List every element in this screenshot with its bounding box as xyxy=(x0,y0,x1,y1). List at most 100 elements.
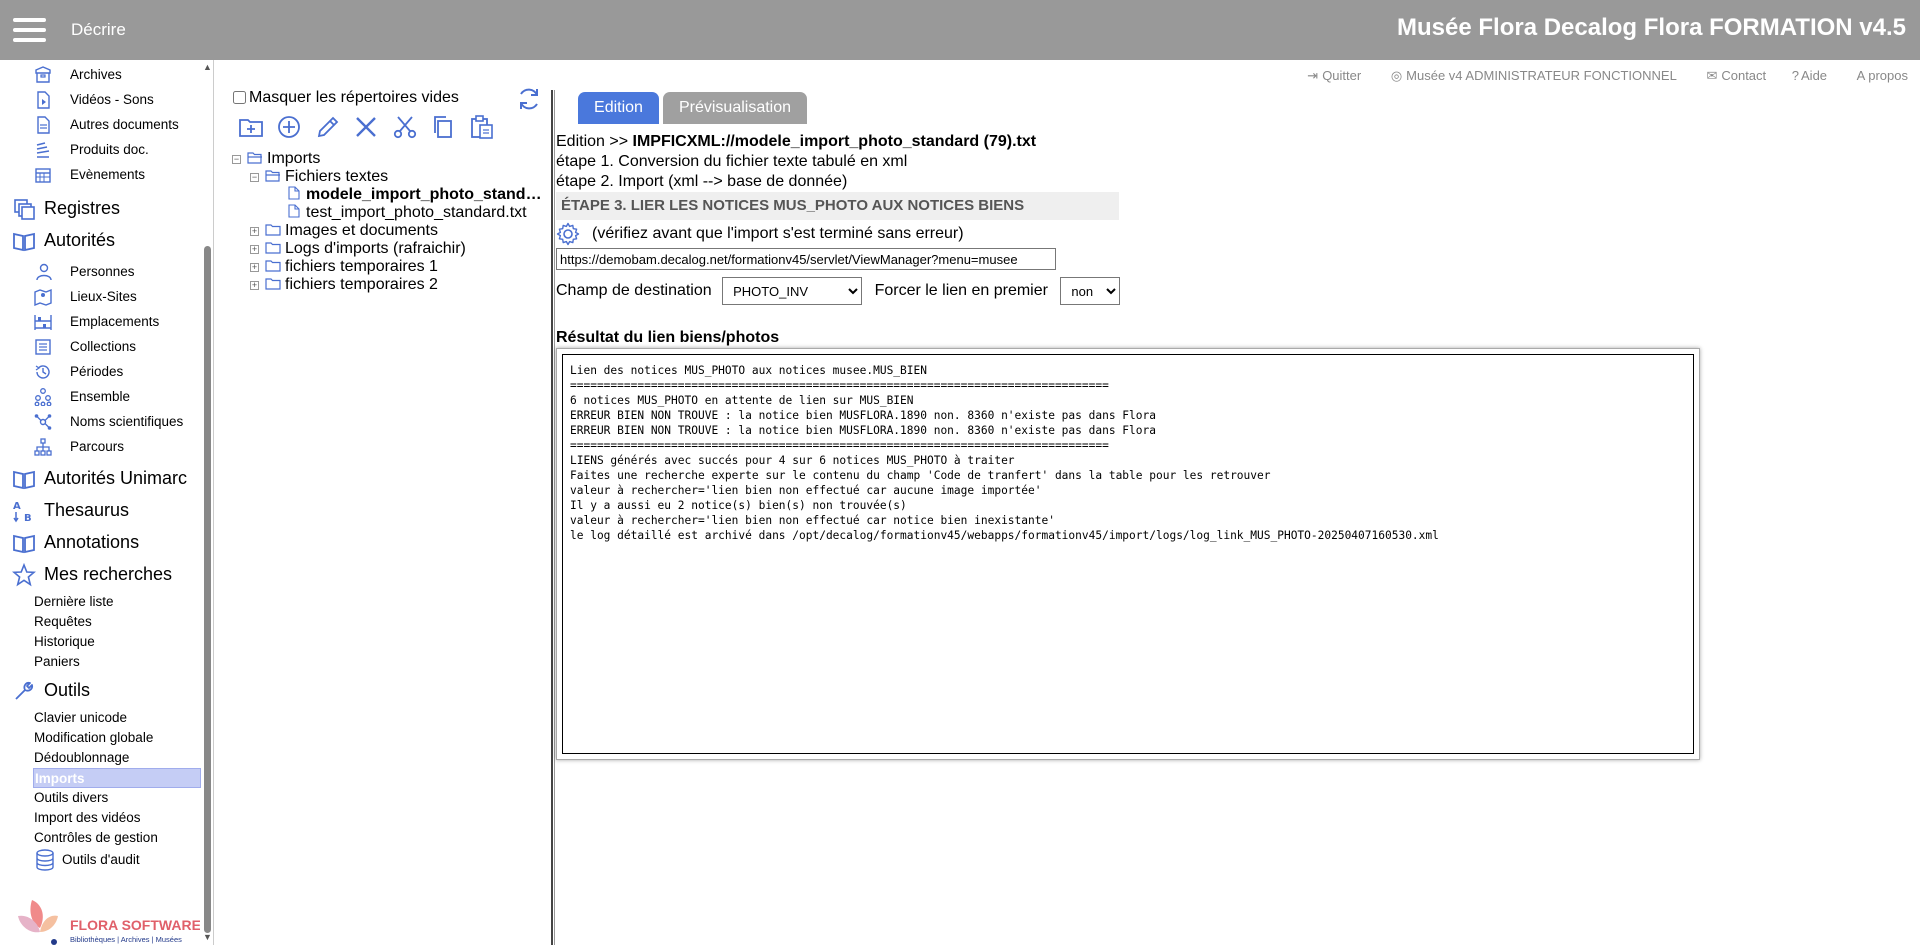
pencil-icon[interactable] xyxy=(315,114,341,140)
tree-node-imports[interactable]: − Imports xyxy=(232,150,320,168)
user-circle-icon: ◎ xyxy=(1390,68,1403,83)
result-log[interactable]: Lien des notices MUS_PHOTO aux notices m… xyxy=(562,354,1694,754)
tree-node-fichiers-textes[interactable]: − Fichiers textes xyxy=(250,168,388,186)
sidebar-item-personnes[interactable]: Personnes xyxy=(34,261,135,283)
sidebar-cat-autorites[interactable]: Autorités xyxy=(12,226,115,254)
stack-icon xyxy=(34,141,52,159)
collection-icon xyxy=(34,338,52,356)
user-link[interactable]: ◎ Musée v4 ADMINISTRATEUR FONCTIONNEL xyxy=(1391,68,1677,84)
sidebar-item-label: Ensemble xyxy=(70,389,131,404)
quit-label: Quitter xyxy=(1322,68,1362,83)
sidebar-item-lieux-sites[interactable]: Lieux-Sites xyxy=(34,286,137,308)
sidebar-item-emplacements[interactable]: Emplacements xyxy=(34,311,159,333)
sidebar-item-label: Archives xyxy=(70,67,122,82)
refresh-icon[interactable] xyxy=(516,86,542,112)
breadcrumb-file: IMPFICXML://modele_import_photo_standard… xyxy=(632,133,1037,150)
tab-previsualisation[interactable]: Prévisualisation xyxy=(663,92,807,124)
sidebar-link-paniers[interactable]: Paniers xyxy=(34,652,80,672)
panel-splitter[interactable] xyxy=(551,90,555,945)
hierarchy-icon xyxy=(34,388,52,407)
mask-empty-dirs-label: Masquer les répertoires vides xyxy=(249,89,459,106)
paste-icon[interactable] xyxy=(469,114,495,140)
sidebar-link-clavier-unicode[interactable]: Clavier unicode xyxy=(34,708,127,728)
expand-toggle[interactable]: + xyxy=(250,263,259,272)
sidebar-cat-annotations[interactable]: Annotations xyxy=(12,528,139,556)
sidebar-cat-registres[interactable]: Registres xyxy=(12,194,120,222)
wrench-icon xyxy=(12,679,36,703)
contact-link[interactable]: ✉ Contact xyxy=(1706,68,1766,84)
scissors-icon[interactable] xyxy=(392,114,418,140)
sidebar-link-import-videos[interactable]: Import des vidéos xyxy=(34,808,141,828)
tree-node-temp1[interactable]: + fichiers temporaires 1 xyxy=(250,258,438,276)
verify-text: (vérifiez avant que l'import s'est termi… xyxy=(592,225,964,243)
step-1-text: étape 1. Conversion du fichier texte tab… xyxy=(556,153,908,170)
sidebar-item-archives[interactable]: Archives xyxy=(34,64,122,86)
delete-x-icon[interactable] xyxy=(353,114,379,140)
mask-empty-dirs-checkbox[interactable] xyxy=(233,91,246,105)
sidebar-item-produits-doc[interactable]: Produits doc. xyxy=(34,139,149,161)
destination-select[interactable]: PHOTO_INV xyxy=(722,277,863,305)
sidebar-link-historique[interactable]: Historique xyxy=(34,632,95,652)
scroll-down-arrow-icon[interactable]: ▼ xyxy=(203,932,212,942)
copy-icon[interactable] xyxy=(430,114,456,140)
collapse-toggle[interactable]: − xyxy=(250,173,259,182)
tree-toolbar xyxy=(238,114,503,142)
log-line: LIENS générés avec succés pour 4 sur 6 n… xyxy=(570,454,1015,467)
header-menu-label[interactable]: Décrire xyxy=(71,20,126,40)
sidebar-link-derniere-liste[interactable]: Dernière liste xyxy=(34,592,114,612)
scrollbar-thumb[interactable] xyxy=(204,246,211,933)
sidebar-item-parcours[interactable]: Parcours xyxy=(34,436,124,458)
sort-alpha-icon: AB xyxy=(12,499,36,524)
sidebar-item-outils-audit[interactable]: Outils d'audit xyxy=(34,849,140,872)
breadcrumb: Edition >> IMPFICXML://modele_import_pho… xyxy=(556,133,1036,151)
expand-toggle[interactable]: + xyxy=(250,245,259,254)
collapse-toggle[interactable]: − xyxy=(232,155,241,164)
expand-toggle[interactable]: + xyxy=(250,281,259,290)
sidebar-item-noms-scientifiques[interactable]: Noms scientifiques xyxy=(34,411,183,433)
tree-node-images-documents[interactable]: + Images et documents xyxy=(250,222,438,240)
sidebar-link-dedoublonnage[interactable]: Dédoublonnage xyxy=(34,748,129,768)
sidebar-item-label: Produits doc. xyxy=(70,142,149,157)
sidebar-link-requetes[interactable]: Requêtes xyxy=(34,612,92,632)
gear-icon[interactable] xyxy=(556,222,580,246)
sidebar-item-evenements[interactable]: Evènements xyxy=(34,164,145,186)
sidebar-link-controles-gestion[interactable]: Contrôles de gestion xyxy=(34,828,158,848)
sidebar-link-outils-divers[interactable]: Outils divers xyxy=(34,788,108,808)
sidebar-cat-outils[interactable]: Outils xyxy=(12,676,90,704)
sidebar-item-collections[interactable]: Collections xyxy=(34,336,136,358)
sidebar-link-imports[interactable]: Imports xyxy=(33,768,201,788)
help-link[interactable]: ? Aide xyxy=(1792,68,1827,83)
tree-node-logs[interactable]: + Logs d'imports (rafraichir) xyxy=(250,240,466,258)
tree-file-selected[interactable]: modele_import_photo_standard (79).txt xyxy=(288,186,544,204)
tree-node-temp2[interactable]: + fichiers temporaires 2 xyxy=(250,276,438,294)
sidebar-item-label: Personnes xyxy=(70,264,135,279)
step-3-header: ÉTAPE 3. LIER LES NOTICES MUS_PHOTO AUX … xyxy=(556,192,1119,220)
sidebar-item-label: Lieux-Sites xyxy=(70,289,137,304)
flora-software-logo: FLORA SOFTWARE Bibliothèques | Archives … xyxy=(10,890,201,945)
sidebar-cat-autorites-unimarc[interactable]: Autorités Unimarc xyxy=(12,464,187,492)
sidebar-item-ensemble[interactable]: Ensemble xyxy=(34,386,130,408)
new-folder-icon[interactable] xyxy=(238,114,264,140)
tree-file-label: modele_import_photo_standard (79).txt xyxy=(306,186,544,203)
sidebar-cat-thesaurus[interactable]: A B Thesaurus xyxy=(12,496,129,524)
scroll-up-arrow-icon[interactable]: ▲ xyxy=(203,62,212,72)
about-link[interactable]: A propos xyxy=(1857,68,1908,83)
sidebar-item-autres-documents[interactable]: Autres documents xyxy=(34,114,179,136)
url-input[interactable] xyxy=(556,248,1056,270)
log-line: le log détaillé est archivé dans /opt/de… xyxy=(570,529,1439,542)
sidebar-link-modification-globale[interactable]: Modification globale xyxy=(34,728,153,748)
add-circle-icon[interactable] xyxy=(276,114,302,140)
svg-text:FLORA SOFTWARE: FLORA SOFTWARE xyxy=(70,917,200,933)
expand-toggle[interactable]: + xyxy=(250,227,259,236)
sidebar-scrollbar[interactable]: ▲ ▼ xyxy=(200,62,214,945)
sidebar-item-videos-sons[interactable]: Vidéos - Sons xyxy=(34,89,154,111)
log-line: valeur à rechercher='lien bien non effec… xyxy=(570,514,1055,527)
quit-link[interactable]: ⇥ Quitter xyxy=(1307,68,1361,84)
sidebar-item-periodes[interactable]: Périodes xyxy=(34,361,123,383)
tree-file-test[interactable]: test_import_photo_standard.txt xyxy=(288,204,527,222)
hamburger-menu-icon[interactable] xyxy=(13,18,46,42)
sidebar-cat-mes-recherches[interactable]: Mes recherches xyxy=(11,560,172,588)
sidebar-item-label: Collections xyxy=(70,339,137,354)
tab-edition[interactable]: Edition xyxy=(578,92,659,124)
force-link-select[interactable]: non xyxy=(1060,277,1121,305)
